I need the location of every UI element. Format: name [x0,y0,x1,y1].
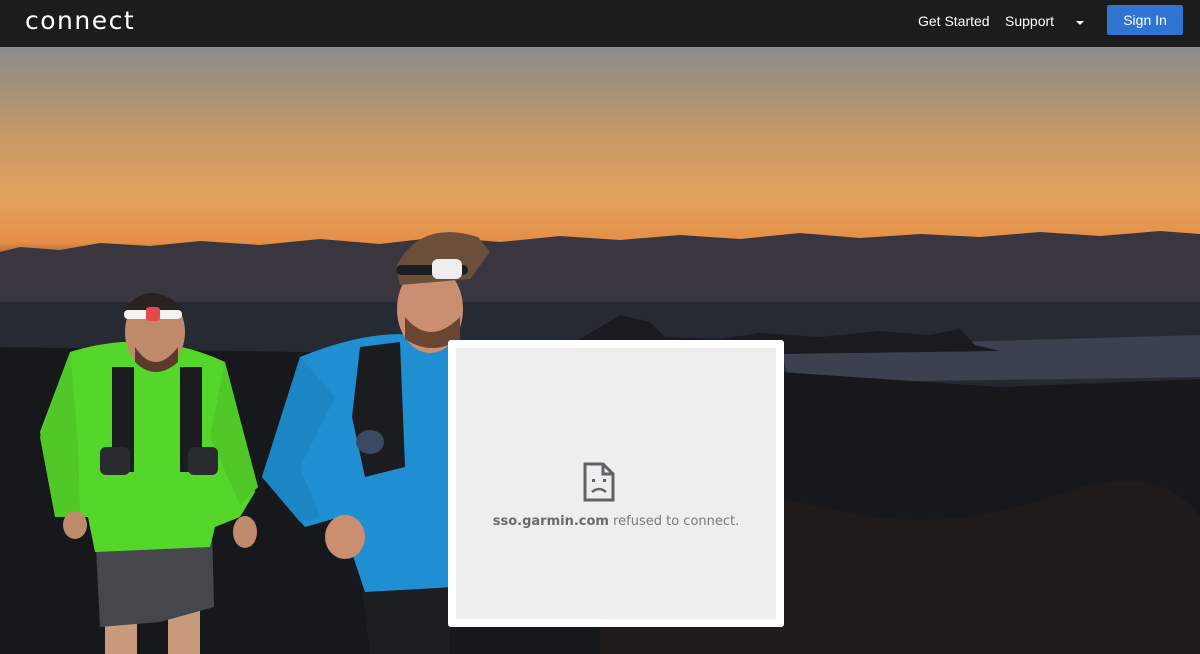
sign-in-button[interactable]: Sign In [1107,5,1183,35]
horizon-clouds [0,231,1200,307]
nav-support-link[interactable]: Support [1005,12,1054,30]
nav-get-started-link[interactable]: Get Started [918,12,990,30]
error-host: sso.garmin.com [492,514,609,529]
chevron-down-icon[interactable] [1076,21,1084,25]
error-message: sso.garmin.com refused to connect. [456,514,776,529]
iframe-error-page: sso.garmin.com refused to connect. [456,348,776,619]
sad-page-icon [583,462,615,502]
connect-logo[interactable]: connect [25,4,135,38]
error-text: refused to connect. [608,514,740,529]
top-nav-bar: connect Get Started Support Sign In [0,0,1200,47]
sso-iframe: sso.garmin.com refused to connect. [448,340,784,627]
